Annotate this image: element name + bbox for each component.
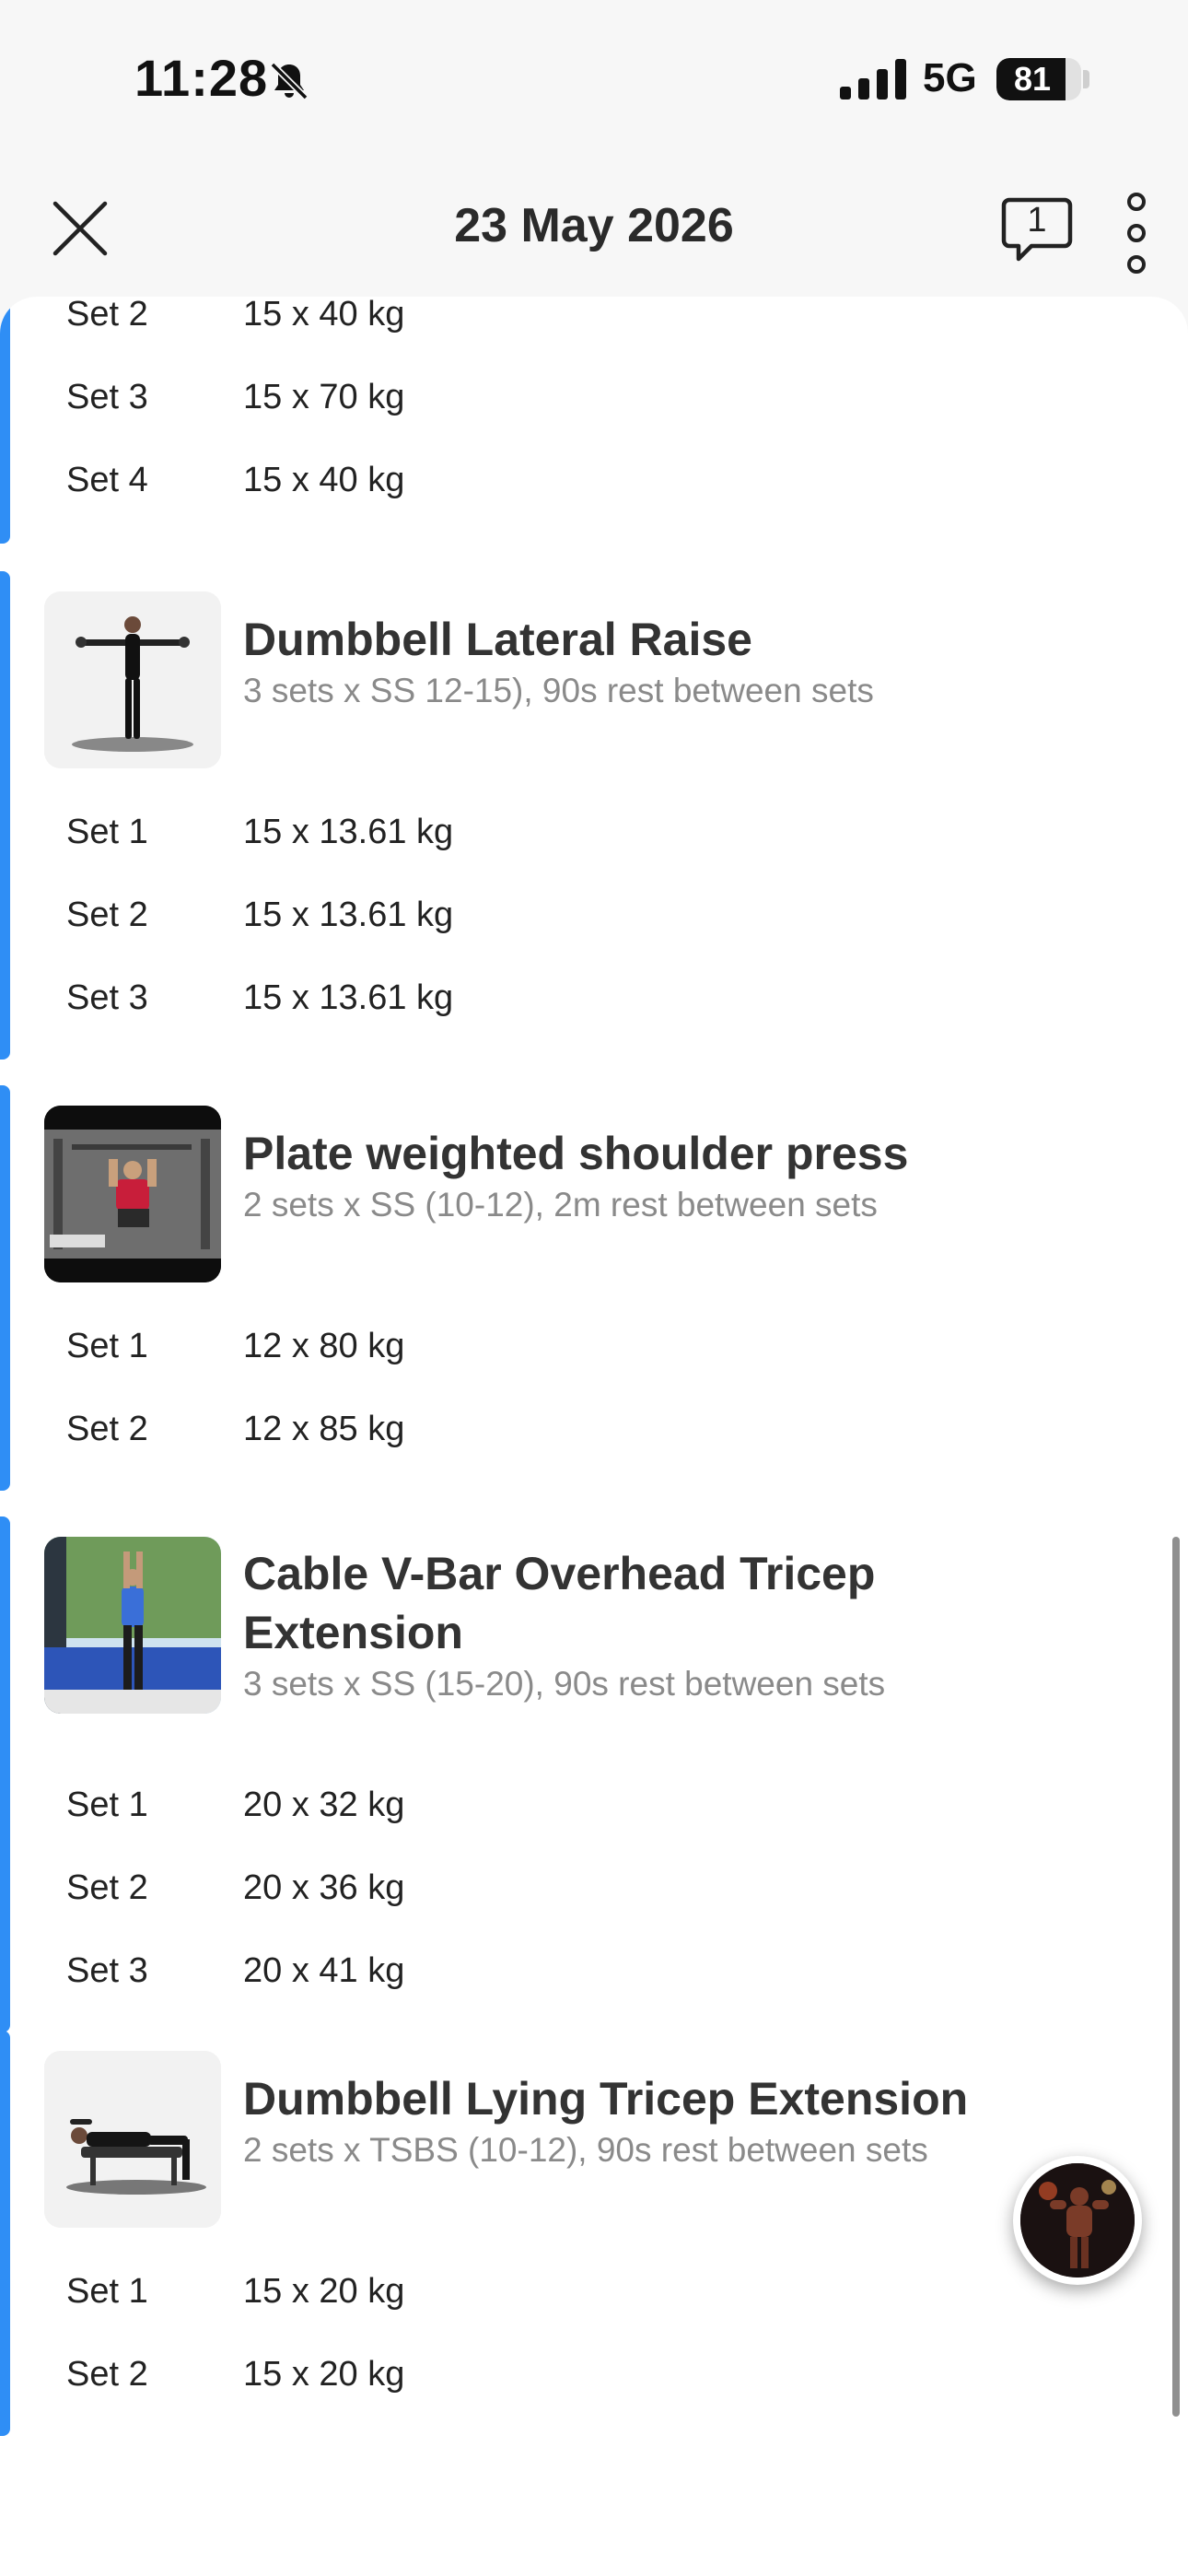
status-bar: 11:28 5G 81 bbox=[0, 0, 1188, 157]
set-label: Set 2 bbox=[66, 896, 148, 934]
exercise-accent-bar bbox=[0, 571, 10, 1060]
set-value: 15 x 20 kg bbox=[243, 2355, 405, 2394]
set-label: Set 2 bbox=[66, 1868, 148, 1907]
exercise-description: 3 sets x SS 12-15), 90s rest between set… bbox=[243, 672, 874, 709]
set-value: 15 x 13.61 kg bbox=[243, 978, 454, 1017]
set-label: Set 4 bbox=[66, 461, 148, 499]
set-value: 15 x 40 kg bbox=[243, 297, 405, 334]
exercise-accent-bar bbox=[0, 297, 10, 544]
exercise-thumbnail bbox=[44, 2051, 221, 2228]
set-value: 20 x 41 kg bbox=[243, 1951, 405, 1990]
battery-percent: 81 bbox=[1013, 60, 1052, 98]
exercise-item[interactable]: Cable V-Bar Overhead Tricep Extension 3 … bbox=[0, 1516, 1188, 2032]
set-value: 20 x 36 kg bbox=[243, 1868, 405, 1907]
set-label: Set 3 bbox=[66, 978, 148, 1017]
coach-avatar-button[interactable] bbox=[1013, 2156, 1142, 2285]
workout-log: Set 2 15 x 40 kg Set 3 15 x 70 kg Set 4 … bbox=[0, 297, 1188, 2576]
set-label: Set 1 bbox=[66, 1786, 148, 1824]
set-label: Set 2 bbox=[66, 297, 148, 334]
exercise-name: Plate weighted shoulder press bbox=[243, 1128, 909, 1179]
battery-icon: 81 bbox=[996, 58, 1081, 100]
set-value: 12 x 85 kg bbox=[243, 1410, 405, 1448]
exercise-item[interactable]: Plate weighted shoulder press 2 sets x S… bbox=[0, 1085, 1188, 1491]
exercise-name: Dumbbell Lying Tricep Extension bbox=[243, 2073, 969, 2125]
status-time: 11:28 bbox=[134, 49, 269, 107]
more-options-icon[interactable] bbox=[1116, 189, 1157, 277]
set-value: 15 x 13.61 kg bbox=[243, 813, 454, 851]
nav-bar: 23 May 2026 1 bbox=[0, 161, 1188, 290]
exercise-name: Cable V-Bar Overhead Tricep Extension bbox=[243, 1548, 876, 1658]
bell-muted-icon bbox=[270, 62, 309, 100]
set-value: 12 x 80 kg bbox=[243, 1327, 405, 1365]
set-value: 15 x 70 kg bbox=[243, 378, 405, 416]
exercise-thumbnail bbox=[44, 1106, 221, 1282]
set-value: 20 x 32 kg bbox=[243, 1786, 405, 1824]
exercise-item[interactable]: Dumbbell Lateral Raise 3 sets x SS 12-15… bbox=[0, 571, 1188, 1060]
comment-count: 1 bbox=[1027, 201, 1047, 240]
signal-icon bbox=[840, 59, 906, 100]
exercise-description: 3 sets x SS (15-20), 90s rest between se… bbox=[243, 1665, 886, 1703]
set-value: 15 x 13.61 kg bbox=[243, 896, 454, 934]
avatar bbox=[1020, 2163, 1135, 2277]
set-value: 15 x 40 kg bbox=[243, 461, 405, 499]
exercise-accent-bar bbox=[0, 1516, 10, 2032]
exercise-group-partial: Set 2 15 x 40 kg Set 3 15 x 70 kg Set 4 … bbox=[0, 297, 1188, 544]
exercise-description: 2 sets x SS (10-12), 2m rest between set… bbox=[243, 1186, 878, 1224]
set-label: Set 1 bbox=[66, 1327, 148, 1365]
exercise-description: 2 sets x TSBS (10-12), 90s rest between … bbox=[243, 2131, 928, 2169]
exercise-accent-bar bbox=[0, 2031, 10, 2436]
set-label: Set 3 bbox=[66, 1951, 148, 1990]
scrollbar[interactable] bbox=[1172, 1537, 1180, 2417]
exercise-name: Dumbbell Lateral Raise bbox=[243, 614, 752, 665]
set-label: Set 1 bbox=[66, 813, 148, 851]
exercise-thumbnail bbox=[44, 591, 221, 768]
exercise-item[interactable]: Dumbbell Lying Tricep Extension 2 sets x… bbox=[0, 2031, 1188, 2436]
set-label: Set 1 bbox=[66, 2272, 148, 2311]
set-value: 15 x 20 kg bbox=[243, 2272, 405, 2311]
set-label: Set 2 bbox=[66, 2355, 148, 2394]
battery-tip bbox=[1083, 70, 1089, 88]
exercise-thumbnail bbox=[44, 1537, 221, 1714]
set-label: Set 3 bbox=[66, 378, 148, 416]
network-type: 5G bbox=[923, 55, 977, 100]
set-label: Set 2 bbox=[66, 1410, 148, 1448]
exercise-accent-bar bbox=[0, 1085, 10, 1491]
